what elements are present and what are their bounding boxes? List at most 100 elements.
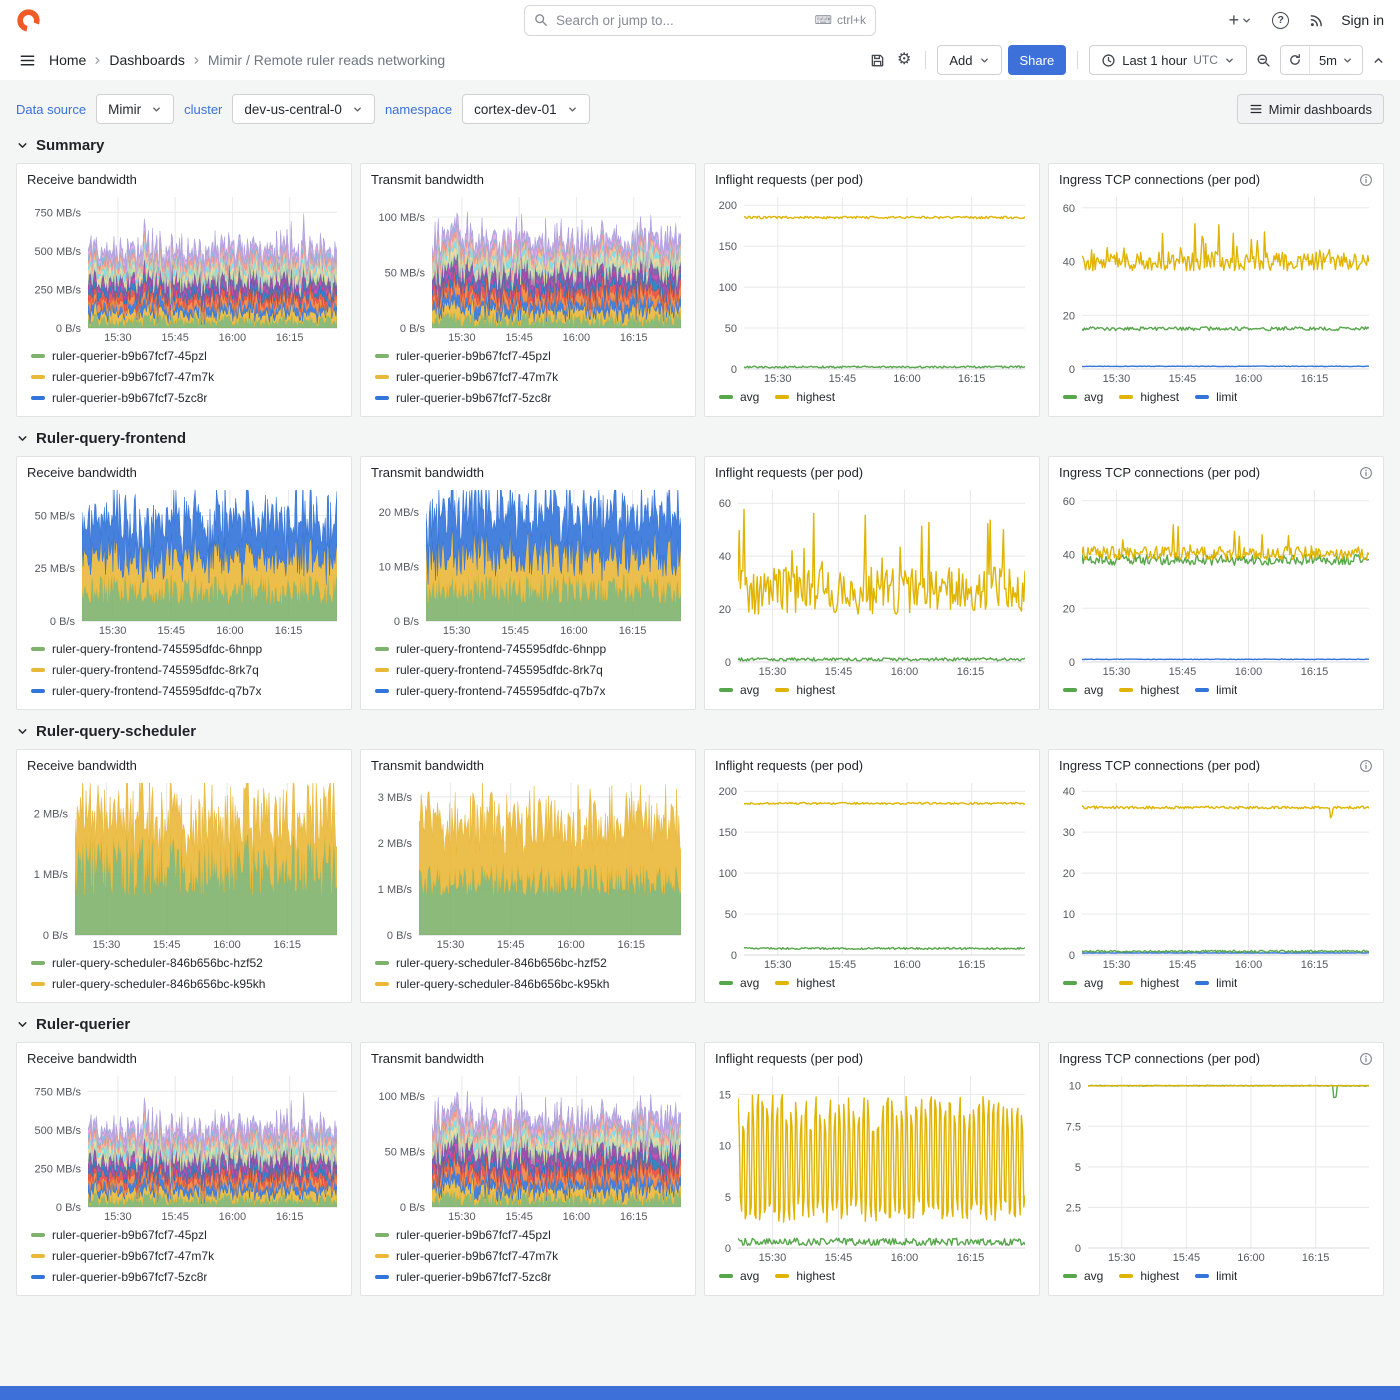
- legend-item[interactable]: avg: [719, 1269, 759, 1283]
- refresh-interval-picker[interactable]: 5m: [1310, 46, 1362, 74]
- legend-item[interactable]: ruler-query-frontend-745595dfdc-q7b7x: [25, 680, 343, 701]
- new-menu-button[interactable]: +: [1226, 8, 1256, 32]
- cluster-filter-label[interactable]: cluster: [184, 102, 222, 117]
- panel-info-button[interactable]: [1359, 759, 1373, 773]
- panel-title[interactable]: Inflight requests (per pod): [715, 172, 863, 187]
- time-range-picker[interactable]: Last 1 hour UTC: [1089, 45, 1247, 75]
- legend-item[interactable]: limit: [1195, 390, 1237, 404]
- legend-item[interactable]: highest: [1119, 1269, 1179, 1283]
- time-series-plot[interactable]: 0 B/s10 MB/s20 MB/s15:3015:4516:0016:15: [369, 483, 687, 638]
- panel-title[interactable]: Transmit bandwidth: [371, 465, 484, 480]
- search-input[interactable]: Search or jump to... ⌨ ctrl+k: [524, 5, 876, 36]
- legend-item[interactable]: ruler-query-frontend-745595dfdc-8rk7q: [369, 659, 687, 680]
- save-dashboard-button[interactable]: [867, 50, 888, 71]
- time-series-plot[interactable]: 02.557.51015:3015:4516:0016:15: [1057, 1069, 1375, 1265]
- legend-item[interactable]: ruler-querier-b9b67fcf7-5zc8r: [369, 387, 687, 408]
- legend-item[interactable]: limit: [1195, 1269, 1237, 1283]
- refresh-button[interactable]: [1281, 46, 1310, 74]
- legend-item[interactable]: highest: [775, 390, 835, 404]
- panel-title[interactable]: Ingress TCP connections (per pod): [1059, 465, 1260, 480]
- panel-info-button[interactable]: [1359, 173, 1373, 187]
- time-series-plot[interactable]: 0 B/s1 MB/s2 MB/s3 MB/s15:3015:4516:0016…: [369, 776, 687, 952]
- legend-item[interactable]: avg: [1063, 976, 1103, 990]
- time-series-plot[interactable]: 0 B/s50 MB/s100 MB/s15:3015:4516:0016:15: [369, 1069, 687, 1224]
- panel-title[interactable]: Transmit bandwidth: [371, 1051, 484, 1066]
- time-series-plot[interactable]: 020406015:3015:4516:0016:15: [1057, 483, 1375, 679]
- time-series-plot[interactable]: 05010015020015:3015:4516:0016:15: [713, 190, 1031, 386]
- panel-title[interactable]: Transmit bandwidth: [371, 172, 484, 187]
- grafana-logo[interactable]: [16, 8, 41, 33]
- legend-item[interactable]: ruler-querier-b9b67fcf7-47m7k: [25, 366, 343, 387]
- legend-item[interactable]: ruler-query-frontend-745595dfdc-q7b7x: [369, 680, 687, 701]
- add-panel-button[interactable]: Add: [937, 45, 1001, 75]
- share-button[interactable]: Share: [1008, 45, 1067, 75]
- legend-item[interactable]: ruler-querier-b9b67fcf7-47m7k: [369, 1245, 687, 1266]
- legend-item[interactable]: highest: [1119, 976, 1179, 990]
- legend-item[interactable]: limit: [1195, 976, 1237, 990]
- section-header-ruler-query-scheduler[interactable]: Ruler-query-scheduler: [16, 723, 1384, 740]
- panel-title[interactable]: Inflight requests (per pod): [715, 1051, 863, 1066]
- help-button[interactable]: ?: [1269, 9, 1292, 32]
- legend-item[interactable]: ruler-query-frontend-745595dfdc-6hnpp: [25, 638, 343, 659]
- time-series-plot[interactable]: 020406015:3015:4516:0016:15: [713, 483, 1031, 679]
- time-series-plot[interactable]: 0 B/s250 MB/s500 MB/s750 MB/s15:3015:451…: [25, 190, 343, 345]
- datasource-filter-label[interactable]: Data source: [16, 102, 86, 117]
- legend-item[interactable]: ruler-query-scheduler-846b656bc-hzf52: [369, 952, 687, 973]
- panel-title[interactable]: Ingress TCP connections (per pod): [1059, 1051, 1260, 1066]
- dashboard-settings-button[interactable]: ⚙: [894, 49, 914, 71]
- namespace-filter-value[interactable]: cortex-dev-01: [462, 94, 590, 124]
- legend-item[interactable]: ruler-querier-b9b67fcf7-47m7k: [369, 366, 687, 387]
- time-series-plot[interactable]: 05101515:3015:4516:0016:15: [713, 1069, 1031, 1265]
- panel-title[interactable]: Ingress TCP connections (per pod): [1059, 758, 1260, 773]
- namespace-filter-label[interactable]: namespace: [385, 102, 452, 117]
- panel-title[interactable]: Receive bandwidth: [27, 465, 137, 480]
- time-series-plot[interactable]: 020406015:3015:4516:0016:15: [1057, 190, 1375, 386]
- panel-title[interactable]: Ingress TCP connections (per pod): [1059, 172, 1260, 187]
- legend-item[interactable]: ruler-querier-b9b67fcf7-47m7k: [25, 1245, 343, 1266]
- legend-item[interactable]: highest: [1119, 683, 1179, 697]
- time-series-plot[interactable]: 0 B/s1 MB/s2 MB/s15:3015:4516:0016:15: [25, 776, 343, 952]
- panel-title[interactable]: Inflight requests (per pod): [715, 758, 863, 773]
- panel-title[interactable]: Inflight requests (per pod): [715, 465, 863, 480]
- legend-item[interactable]: avg: [719, 390, 759, 404]
- news-button[interactable]: [1306, 10, 1327, 31]
- legend-item[interactable]: highest: [1119, 390, 1179, 404]
- legend-item[interactable]: ruler-querier-b9b67fcf7-45pzl: [25, 345, 343, 366]
- time-series-plot[interactable]: 0 B/s50 MB/s100 MB/s15:3015:4516:0016:15: [369, 190, 687, 345]
- legend-item[interactable]: ruler-querier-b9b67fcf7-45pzl: [369, 345, 687, 366]
- legend-item[interactable]: ruler-querier-b9b67fcf7-45pzl: [25, 1224, 343, 1245]
- legend-item[interactable]: ruler-query-scheduler-846b656bc-hzf52: [25, 952, 343, 973]
- legend-item[interactable]: ruler-query-frontend-745595dfdc-8rk7q: [25, 659, 343, 680]
- legend-item[interactable]: ruler-query-frontend-745595dfdc-6hnpp: [369, 638, 687, 659]
- legend-item[interactable]: ruler-querier-b9b67fcf7-5zc8r: [25, 1266, 343, 1287]
- mega-menu-toggle-button[interactable]: [16, 49, 39, 72]
- time-series-plot[interactable]: 05010015020015:3015:4516:0016:15: [713, 776, 1031, 972]
- legend-item[interactable]: ruler-query-scheduler-846b656bc-k95kh: [369, 973, 687, 994]
- legend-item[interactable]: avg: [1063, 390, 1103, 404]
- legend-item[interactable]: ruler-querier-b9b67fcf7-5zc8r: [369, 1266, 687, 1287]
- time-series-plot[interactable]: 0 B/s25 MB/s50 MB/s15:3015:4516:0016:15: [25, 483, 343, 638]
- time-series-plot[interactable]: 01020304015:3015:4516:0016:15: [1057, 776, 1375, 972]
- kiosk-mode-button[interactable]: [1369, 51, 1388, 70]
- cluster-filter-value[interactable]: dev-us-central-0: [232, 94, 375, 124]
- legend-item[interactable]: limit: [1195, 683, 1237, 697]
- legend-item[interactable]: highest: [775, 683, 835, 697]
- panel-title[interactable]: Transmit bandwidth: [371, 758, 484, 773]
- legend-item[interactable]: avg: [1063, 1269, 1103, 1283]
- breadcrumb-item[interactable]: Home: [49, 52, 86, 68]
- sign-in-link[interactable]: Sign in: [1341, 12, 1384, 28]
- legend-item[interactable]: highest: [775, 1269, 835, 1283]
- time-series-plot[interactable]: 0 B/s250 MB/s500 MB/s750 MB/s15:3015:451…: [25, 1069, 343, 1224]
- section-header-ruler-query-frontend[interactable]: Ruler-query-frontend: [16, 430, 1384, 447]
- legend-item[interactable]: ruler-query-scheduler-846b656bc-k95kh: [25, 973, 343, 994]
- legend-item[interactable]: avg: [719, 683, 759, 697]
- breadcrumb-item[interactable]: Dashboards: [109, 52, 185, 68]
- datasource-filter-value[interactable]: Mimir: [96, 94, 174, 124]
- panel-info-button[interactable]: [1359, 466, 1373, 480]
- legend-item[interactable]: avg: [1063, 683, 1103, 697]
- mimir-dashboards-button[interactable]: Mimir dashboards: [1237, 94, 1384, 124]
- panel-title[interactable]: Receive bandwidth: [27, 172, 137, 187]
- legend-item[interactable]: ruler-querier-b9b67fcf7-45pzl: [369, 1224, 687, 1245]
- section-header-ruler-querier[interactable]: Ruler-querier: [16, 1016, 1384, 1033]
- panel-info-button[interactable]: [1359, 1052, 1373, 1066]
